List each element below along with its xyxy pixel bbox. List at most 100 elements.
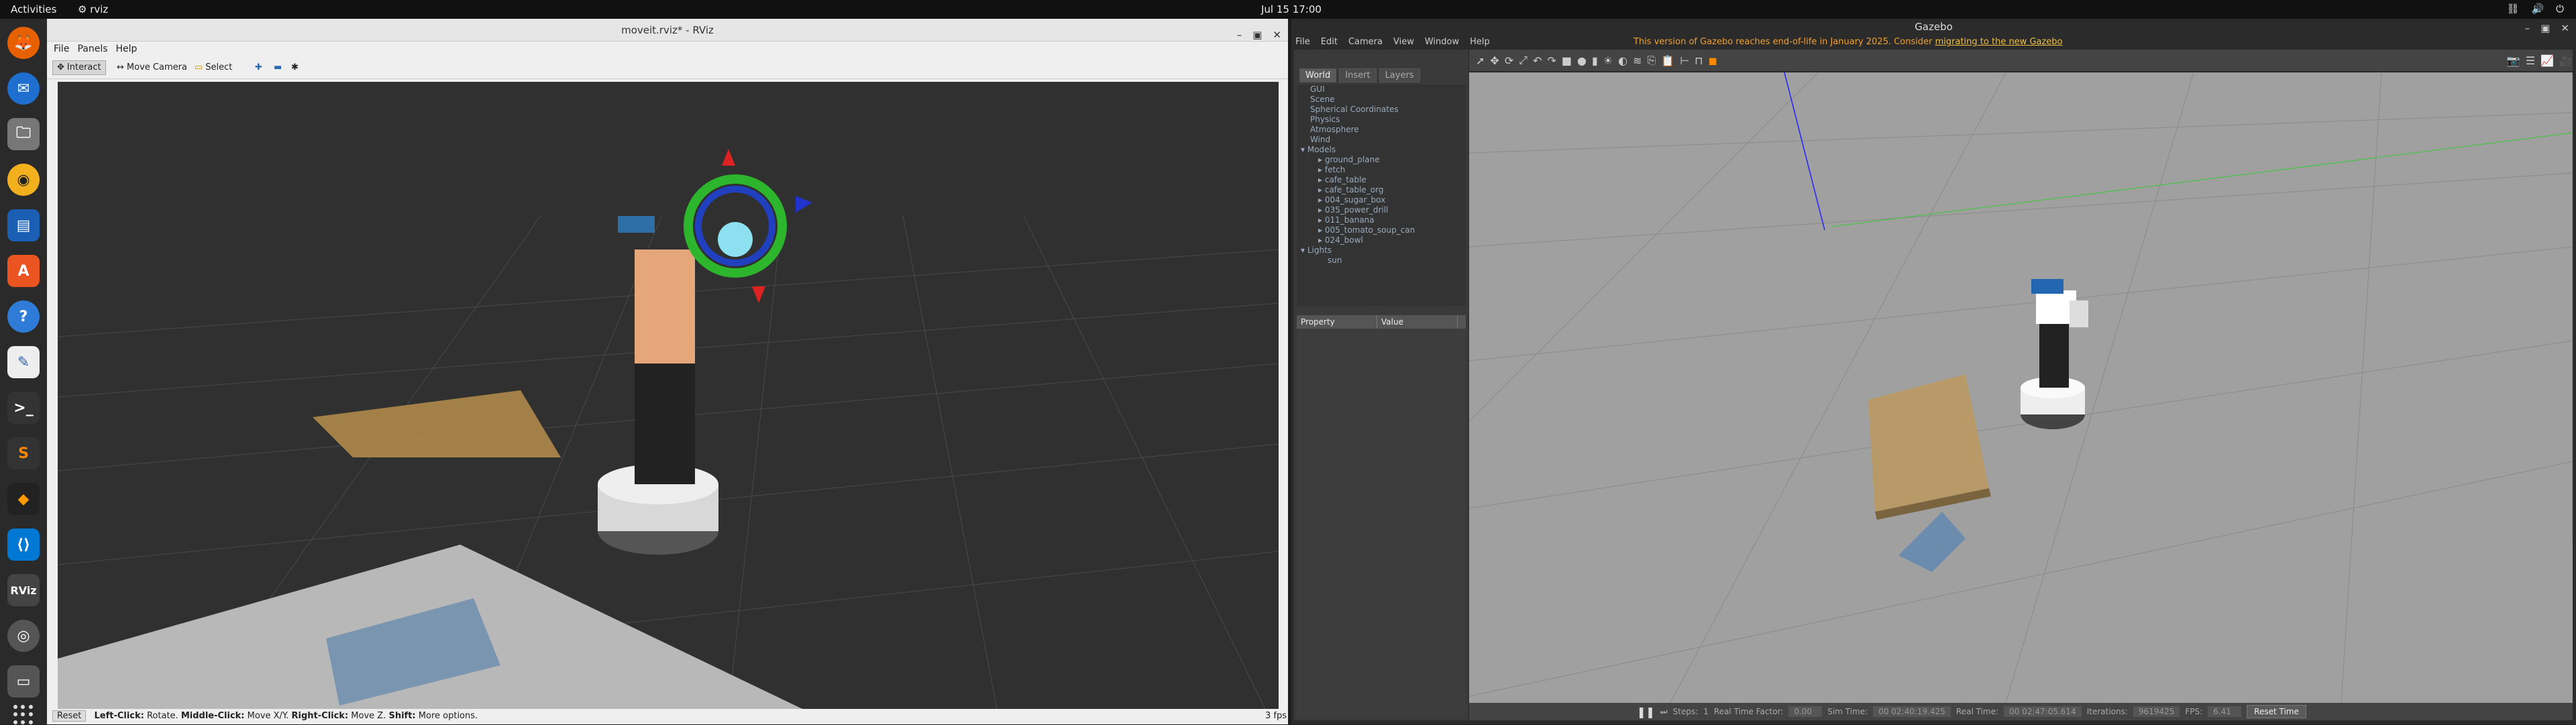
show-apps-icon[interactable] xyxy=(13,705,34,725)
paste-icon[interactable]: 📋 xyxy=(1661,54,1674,67)
spot-light-icon[interactable]: ◐ xyxy=(1618,54,1627,67)
menu-view[interactable]: View xyxy=(1393,35,1414,50)
select-arrow-icon[interactable]: ➚ xyxy=(1476,54,1485,67)
software-icon[interactable]: A xyxy=(7,255,40,287)
tree-item-banana[interactable]: ▸ 011_banana xyxy=(1318,215,1466,225)
copy-icon[interactable]: ⎘ xyxy=(1647,54,1656,67)
tree-item-atmosphere[interactable]: Atmosphere xyxy=(1310,125,1466,135)
cylinder-shape-icon[interactable]: ▮ xyxy=(1592,54,1598,67)
tree-item-wind[interactable]: Wind xyxy=(1310,135,1466,145)
tree-label-fetch: fetch xyxy=(1324,165,1346,174)
z-axis-line xyxy=(1784,72,1825,231)
sublime-icon[interactable]: S xyxy=(7,437,40,469)
rviz-3d-view[interactable] xyxy=(58,82,1279,709)
writer-icon[interactable]: ▤ xyxy=(7,209,40,241)
text-editor-icon[interactable]: ✎ xyxy=(7,346,40,378)
tree-label-lights: Lights xyxy=(1307,245,1332,255)
menu-camera[interactable]: Camera xyxy=(1348,35,1383,50)
tree-item-scene[interactable]: Scene xyxy=(1310,95,1466,105)
property-column: Property xyxy=(1297,315,1377,329)
tree-item-soup-can[interactable]: ▸ 005_tomato_soup_can xyxy=(1318,225,1466,235)
layers-app-icon[interactable]: ◆ xyxy=(7,483,40,515)
menu-help[interactable]: Help xyxy=(116,42,138,56)
remove-tool-button[interactable]: ▬ xyxy=(270,60,286,75)
gazebo-3d-view[interactable] xyxy=(1469,72,2573,703)
migration-link[interactable]: migrating to the new Gazebo xyxy=(1935,37,2063,47)
reset-button[interactable]: Reset xyxy=(52,710,87,722)
pause-icon[interactable]: ❚❚ xyxy=(1637,706,1655,718)
terminal-icon[interactable]: >_ xyxy=(7,392,40,424)
step-icon[interactable]: ⏭ xyxy=(1660,707,1668,717)
tree-item-lights[interactable]: ▾ Lights xyxy=(1301,245,1466,256)
firefox-icon[interactable]: 🦊 xyxy=(7,27,40,59)
app-menu[interactable]: ⚙ rviz xyxy=(78,3,108,15)
scale-icon[interactable]: ⤢ xyxy=(1519,54,1527,67)
menu-panels[interactable]: Panels xyxy=(77,42,107,56)
undo-icon[interactable]: ↶ xyxy=(1533,54,1542,67)
maximize-icon[interactable]: ▣ xyxy=(2540,20,2550,36)
tree-item-physics[interactable]: Physics xyxy=(1310,115,1466,125)
screenshot-icon[interactable]: 📷 xyxy=(2507,54,2520,67)
log-icon[interactable]: ☰ xyxy=(2526,54,2535,67)
menu-window[interactable]: Window xyxy=(1425,35,1459,50)
tab-layers[interactable]: Layers xyxy=(1379,68,1420,82)
tree-item-sun[interactable]: sun xyxy=(1328,256,1466,266)
rviz-icon[interactable]: RViz xyxy=(7,574,40,606)
interact-tool[interactable]: ✥ Interact xyxy=(52,60,106,75)
sphere-shape-icon[interactable]: ● xyxy=(1577,54,1587,67)
disk-icon[interactable]: ◎ xyxy=(7,620,40,652)
menu-edit[interactable]: Edit xyxy=(1321,35,1338,50)
orange-record-icon[interactable]: ◼ xyxy=(1709,54,1717,67)
volume-icon: 🔊 xyxy=(2531,3,2544,15)
trash-icon[interactable]: ▭ xyxy=(7,665,40,698)
chevron-down-icon: ▾ xyxy=(1301,145,1307,154)
tool-options-button[interactable]: ✱ xyxy=(287,60,303,75)
files-icon[interactable]: 🗀 xyxy=(7,118,40,150)
options-icon: ✱ xyxy=(291,62,299,72)
steps-value[interactable]: 1 xyxy=(1703,707,1709,716)
close-icon[interactable]: ✕ xyxy=(2561,20,2569,36)
reset-time-button[interactable]: Reset Time xyxy=(2247,705,2306,718)
menu-file[interactable]: File xyxy=(1295,35,1310,50)
clock[interactable]: Jul 15 17:00 xyxy=(1261,3,1322,15)
rhythmbox-icon[interactable]: ◉ xyxy=(7,164,40,196)
rotate-icon[interactable]: ⟳ xyxy=(1505,54,1513,67)
menu-file[interactable]: File xyxy=(54,42,69,56)
left-click-desc: Rotate. xyxy=(146,711,178,721)
point-light-icon[interactable]: ☀ xyxy=(1603,54,1613,67)
menu-help[interactable]: Help xyxy=(1470,35,1490,50)
tree-item-ground-plane[interactable]: ▸ ground_plane xyxy=(1318,155,1466,165)
system-tray[interactable]: ⛓ 🔊 ⏻ xyxy=(2506,3,2564,15)
tab-world[interactable]: World xyxy=(1299,68,1337,82)
minimize-icon[interactable]: – xyxy=(2525,20,2530,36)
tab-insert[interactable]: Insert xyxy=(1339,68,1377,82)
rviz-titlebar[interactable]: moveit.rviz* - RViz – ▣ ✕ xyxy=(47,19,1288,42)
tree-item-models[interactable]: ▾ Models xyxy=(1301,145,1466,155)
redo-icon[interactable]: ↷ xyxy=(1547,54,1556,67)
gazebo-titlebar[interactable]: Gazebo – ▣ ✕ xyxy=(1291,19,2576,35)
plot-icon[interactable]: 📈 xyxy=(2540,54,2554,67)
vscode-icon[interactable]: ⟨⟩ xyxy=(7,528,40,561)
activities-button[interactable]: Activities xyxy=(11,3,56,15)
align-icon[interactable]: ⊢ xyxy=(1680,54,1689,67)
tree-item-power-drill[interactable]: ▸ 035_power_drill xyxy=(1318,205,1466,215)
thunderbird-icon[interactable]: ✉ xyxy=(7,72,40,105)
tree-item-sugar-box[interactable]: ▸ 004_sugar_box xyxy=(1318,195,1466,205)
directional-light-icon[interactable]: ≋ xyxy=(1633,54,1642,67)
tree-item-spherical[interactable]: Spherical Coordinates xyxy=(1310,105,1466,115)
chevron-right-icon: ▸ xyxy=(1318,175,1325,184)
world-tree: GUI Scene Spherical Coordinates Physics … xyxy=(1297,85,1466,306)
tree-item-cafe-table[interactable]: ▸ cafe_table xyxy=(1318,175,1466,185)
add-tool-button[interactable]: ✚ xyxy=(251,60,266,75)
video-icon[interactable]: 🎥 xyxy=(2559,54,2573,67)
help-icon[interactable]: ? xyxy=(7,300,40,333)
move-camera-tool[interactable]: ↔ Move Camera xyxy=(113,60,191,75)
tree-item-cafe-table-org[interactable]: ▸ cafe_table_org xyxy=(1318,185,1466,195)
box-shape-icon[interactable]: ■ xyxy=(1562,54,1572,67)
tree-item-gui[interactable]: GUI xyxy=(1310,85,1466,95)
translate-icon[interactable]: ✥ xyxy=(1490,54,1499,67)
tree-item-fetch[interactable]: ▸ fetch xyxy=(1318,165,1466,175)
tree-item-bowl[interactable]: ▸ 024_bowl xyxy=(1318,235,1466,245)
snap-icon[interactable]: ⊓ xyxy=(1695,54,1703,67)
select-tool[interactable]: ▭ Select xyxy=(191,60,236,75)
